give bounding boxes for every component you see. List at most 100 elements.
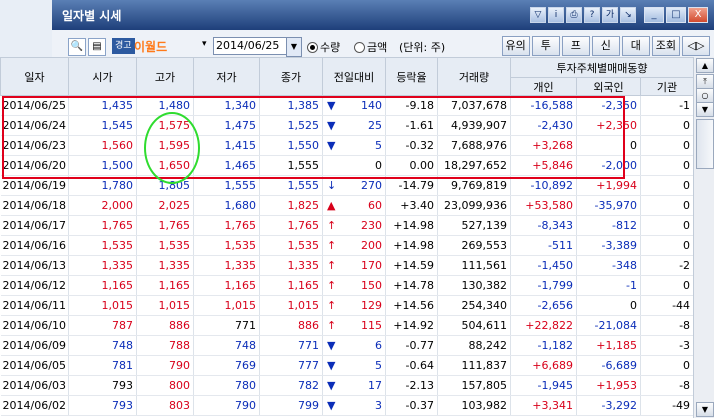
- info-icon[interactable]: i: [548, 7, 564, 23]
- change-arrow-icon: ▼: [327, 139, 336, 152]
- cell-open: 793: [68, 375, 137, 396]
- table-row[interactable]: 2014/06/18 2,000 2,025 1,680 1,825 ▲ 60 +3.40 23…: [0, 195, 695, 216]
- minimize-button[interactable]: _: [644, 7, 664, 23]
- cell-date: 2014/06/23: [0, 135, 69, 156]
- cell-individual: -1,945: [510, 375, 577, 396]
- loan-button[interactable]: 대: [621, 36, 650, 56]
- caution-button[interactable]: 유의: [501, 36, 530, 56]
- table-row[interactable]: 2014/06/13 1,335 1,335 1,335 1,335 ↑ 170 +14.59…: [0, 255, 695, 276]
- cell-high: 803: [136, 395, 194, 416]
- help-icon[interactable]: ?: [584, 7, 600, 23]
- cell-low: 1,680: [193, 195, 260, 216]
- scroll-step-down-icon[interactable]: ▼: [696, 102, 714, 117]
- radio-quantity-label: 수량: [320, 41, 341, 54]
- table-row[interactable]: 2014/06/23 1,560 1,595 1,415 1,550 ▼ 5 -0.32 7,6…: [0, 135, 695, 156]
- window-title: 일자별 시세: [62, 9, 122, 23]
- cell-close: 799: [259, 395, 323, 416]
- table-row[interactable]: 2014/06/10 787 886 771 886 ↑ 115 +14.92 504,611 +…: [0, 315, 695, 336]
- cell-volume: 504,611: [437, 315, 511, 336]
- cell-high: 886: [136, 315, 194, 336]
- cell-individual: +53,580: [510, 195, 577, 216]
- table-row[interactable]: 2014/06/09 748 788 748 771 ▼ 6 -0.77 88,242 -1,18…: [0, 335, 695, 356]
- cell-foreign: +2,350: [576, 115, 641, 136]
- close-button[interactable]: X: [688, 7, 708, 23]
- header-open[interactable]: 시가: [68, 57, 137, 96]
- header-close[interactable]: 종가: [259, 57, 323, 96]
- cell-volume: 103,982: [437, 395, 511, 416]
- header-rate[interactable]: 등락율: [385, 57, 438, 96]
- scroll-up-icon[interactable]: ▲: [696, 58, 714, 73]
- cell-volume: 4,939,907: [437, 115, 511, 136]
- header-date[interactable]: 일자: [0, 57, 69, 96]
- cell-low: 1,015: [193, 295, 260, 316]
- cell-volume: 23,099,936: [437, 195, 511, 216]
- cell-close: 777: [259, 355, 323, 376]
- cell-low: 790: [193, 395, 260, 416]
- cell-foreign: -2,000: [576, 155, 641, 176]
- prev-next-icon[interactable]: ◁▷: [682, 36, 710, 56]
- header-change[interactable]: 전일대비: [322, 57, 386, 96]
- header-institution[interactable]: 기관: [639, 77, 695, 96]
- table-row[interactable]: 2014/06/16 1,535 1,535 1,535 1,535 ↑ 200 +14.98…: [0, 235, 695, 256]
- change-value: 140: [361, 99, 382, 112]
- change-value: 115: [361, 319, 382, 332]
- scroll-home-icon[interactable]: ○: [696, 88, 714, 103]
- change-arrow-icon: ↑: [327, 239, 337, 252]
- link-icon[interactable]: 가: [602, 7, 618, 23]
- cell-open: 1,545: [68, 115, 137, 136]
- table-row[interactable]: 2014/06/03 793 800 780 782 ▼ 17 -2.13 157,805 -1,…: [0, 375, 695, 396]
- date-input[interactable]: 2014/06/25: [213, 37, 289, 55]
- cell-change: ↑ 170: [322, 255, 386, 276]
- cell-open: 1,435: [68, 95, 137, 116]
- table-row[interactable]: 2014/06/12 1,165 1,165 1,165 1,165 ↑ 150 +14.78…: [0, 275, 695, 296]
- cell-high: 1,595: [136, 135, 194, 156]
- change-arrow-icon: ▼: [327, 119, 336, 132]
- right-button-group: 유의 투 프 신 대 조회 ◁▷: [501, 36, 710, 56]
- radio-amount[interactable]: 금액: [354, 39, 387, 55]
- cell-inst: 0: [640, 195, 695, 216]
- table-row[interactable]: 2014/06/19 1,780 1,805 1,555 1,555 ↓ 270 -14.79…: [0, 175, 695, 196]
- filter-icon[interactable]: ▽: [530, 7, 546, 23]
- cell-individual: -10,892: [510, 175, 577, 196]
- chevron-down-icon[interactable]: ▾: [202, 39, 207, 49]
- search-icon[interactable]: 🔍: [68, 38, 86, 56]
- change-arrow-icon: ↑: [327, 219, 337, 232]
- credit-button[interactable]: 신: [591, 36, 620, 56]
- table-row[interactable]: 2014/06/11 1,015 1,015 1,015 1,015 ↑ 129 +14.56…: [0, 295, 695, 316]
- change-value: 6: [375, 339, 382, 352]
- program-button[interactable]: 프: [561, 36, 590, 56]
- header-individual[interactable]: 개인: [510, 77, 577, 96]
- table-row[interactable]: 2014/06/20 1,500 1,650 1,465 1,555 0 0.00 18,29…: [0, 155, 695, 176]
- radio-quantity[interactable]: 수량: [307, 39, 340, 55]
- investor-button[interactable]: 투: [531, 36, 560, 56]
- cell-rate: -0.64: [385, 355, 438, 376]
- cell-low: 1,475: [193, 115, 260, 136]
- header-high[interactable]: 고가: [136, 57, 194, 96]
- stock-name[interactable]: 이월드: [134, 38, 167, 55]
- table-row[interactable]: 2014/06/25 1,435 1,480 1,340 1,385 ▼ 140 -9.18 7…: [0, 95, 695, 116]
- table-row[interactable]: 2014/06/24 1,545 1,575 1,475 1,525 ▼ 25 -1.61 4,…: [0, 115, 695, 136]
- cell-high: 1,480: [136, 95, 194, 116]
- header-foreign[interactable]: 외국인: [576, 77, 641, 96]
- print-icon[interactable]: ⎙: [566, 7, 582, 23]
- table-row[interactable]: 2014/06/05 781 790 769 777 ▼ 5 -0.64 111,837 +6,6…: [0, 355, 695, 376]
- header-volume[interactable]: 거래량: [437, 57, 511, 96]
- header-low[interactable]: 저가: [193, 57, 260, 96]
- maximize-button[interactable]: □: [666, 7, 686, 23]
- radio-amount-label: 금액: [367, 41, 388, 54]
- calendar-dropdown-button[interactable]: ▼: [286, 37, 302, 57]
- vertical-scrollbar[interactable]: ▲ ⤒ ○ ▼ ▼: [693, 57, 714, 418]
- table-row[interactable]: 2014/06/02 793 803 790 799 ▼ 3 -0.37 103,982 +3,3…: [0, 395, 695, 416]
- table-row[interactable]: 2014/06/17 1,765 1,765 1,765 1,765 ↑ 230 +14.98…: [0, 215, 695, 236]
- list-icon[interactable]: ▤: [88, 38, 106, 56]
- cell-date: 2014/06/11: [0, 295, 69, 316]
- cell-individual: -8,343: [510, 215, 577, 236]
- query-button[interactable]: 조회: [651, 36, 680, 56]
- scroll-down-icon[interactable]: ▼: [696, 402, 714, 417]
- cell-high: 1,165: [136, 275, 194, 296]
- change-value: 60: [368, 199, 382, 212]
- scroll-top-icon[interactable]: ⤒: [696, 74, 714, 89]
- scroll-thumb[interactable]: [696, 119, 714, 169]
- pin-icon[interactable]: ↘: [620, 7, 636, 23]
- cell-date: 2014/06/20: [0, 155, 69, 176]
